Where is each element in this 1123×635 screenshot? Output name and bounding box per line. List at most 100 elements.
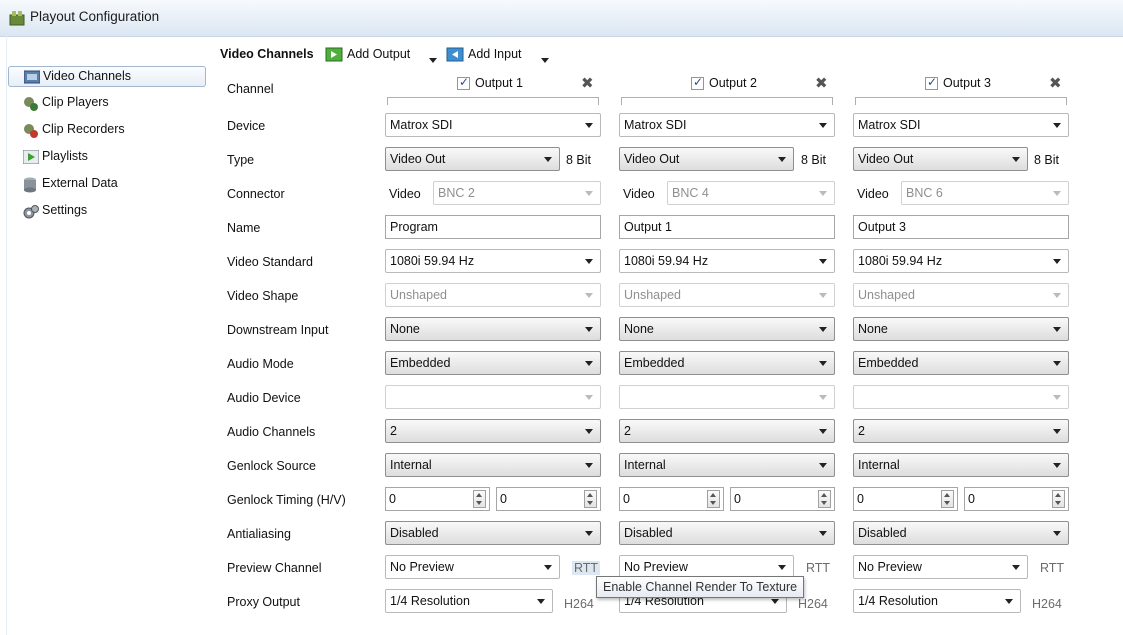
row-label-connector: Connector xyxy=(227,187,285,201)
video-shape-select[interactable]: Unshaped xyxy=(619,283,835,307)
chevron-down-icon xyxy=(1053,259,1061,264)
channel-name-input[interactable]: Output 1 xyxy=(619,215,835,239)
rtt-toggle[interactable]: RTT xyxy=(806,561,830,575)
row-label-downstream-input: Downstream Input xyxy=(227,323,329,337)
proxy-output-select[interactable]: 1/4 Resolution xyxy=(385,589,553,613)
sidebar-item-settings[interactable]: Settings xyxy=(8,201,206,222)
chevron-down-icon xyxy=(819,429,827,434)
connector-type-label: Video xyxy=(857,187,889,201)
downstream-input-select[interactable]: None xyxy=(619,317,835,341)
sidebar: Video Channels Clip Players Clip Recorde… xyxy=(8,66,208,228)
antialiasing-select[interactable]: Disabled xyxy=(853,521,1069,545)
audio-device-select[interactable] xyxy=(853,385,1069,409)
chevron-down-icon xyxy=(778,565,786,570)
connector-select[interactable]: BNC 4 xyxy=(667,181,835,205)
genlock-h-stepper[interactable]: 0 xyxy=(385,487,490,511)
device-select[interactable]: Matrox SDI xyxy=(385,113,601,137)
row-label-genlock-source: Genlock Source xyxy=(227,459,316,473)
chevron-down-icon xyxy=(585,123,593,128)
audio-device-select[interactable] xyxy=(619,385,835,409)
channel-header: Output 1 ✖ xyxy=(385,73,601,107)
sidebar-item-external-data[interactable]: External Data xyxy=(8,174,206,195)
genlock-v-stepper[interactable]: 0 xyxy=(964,487,1069,511)
video-standard-select[interactable]: 1080i 59.94 Hz xyxy=(619,249,835,273)
proxy-codec-label: H264 xyxy=(564,597,594,611)
genlock-h-stepper[interactable]: 0 xyxy=(853,487,958,511)
audio-device-select[interactable] xyxy=(385,385,601,409)
video-standard-select[interactable]: 1080i 59.94 Hz xyxy=(853,249,1069,273)
spin-buttons-icon xyxy=(941,490,954,508)
settings-icon xyxy=(23,204,39,223)
chevron-down-icon xyxy=(819,463,827,468)
channel-header: Output 3 ✖ xyxy=(853,73,1069,107)
output-enable-checkbox[interactable] xyxy=(691,75,704,90)
antialiasing-select[interactable]: Disabled xyxy=(385,521,601,545)
chevron-down-icon xyxy=(585,429,593,434)
proxy-codec-label: H264 xyxy=(1032,597,1062,611)
add-output-icon xyxy=(325,47,343,65)
remove-channel-icon[interactable]: ✖ xyxy=(815,74,828,92)
genlock-h-stepper[interactable]: 0 xyxy=(619,487,724,511)
video-shape-select[interactable]: Unshaped xyxy=(385,283,601,307)
type-select[interactable]: Video Out xyxy=(853,147,1028,171)
downstream-input-select[interactable]: None xyxy=(853,317,1069,341)
rtt-toggle[interactable]: RTT xyxy=(572,561,601,575)
column-divider xyxy=(621,97,833,105)
antialiasing-select[interactable]: Disabled xyxy=(619,521,835,545)
connector-select[interactable]: BNC 2 xyxy=(433,181,601,205)
genlock-source-select[interactable]: Internal xyxy=(385,453,601,477)
output-enable-checkbox[interactable] xyxy=(457,75,470,90)
proxy-output-select[interactable]: 1/4 Resolution xyxy=(853,589,1021,613)
sidebar-item-clip-recorders[interactable]: Clip Recorders xyxy=(8,120,206,141)
preview-channel-select[interactable]: No Preview xyxy=(853,555,1028,579)
spin-buttons-icon xyxy=(707,490,720,508)
type-select[interactable]: Video Out xyxy=(619,147,794,171)
chevron-down-icon xyxy=(819,259,827,264)
pane-divider xyxy=(6,36,7,635)
chevron-down-icon xyxy=(819,191,827,196)
downstream-input-select[interactable]: None xyxy=(385,317,601,341)
connector-select[interactable]: BNC 6 xyxy=(901,181,1069,205)
channel-name-input[interactable]: Output 3 xyxy=(853,215,1069,239)
spin-buttons-icon xyxy=(584,490,597,508)
genlock-source-select[interactable]: Internal xyxy=(853,453,1069,477)
audio-channels-select[interactable]: 2 xyxy=(619,419,835,443)
audio-mode-select[interactable]: Embedded xyxy=(853,351,1069,375)
audio-mode-select[interactable]: Embedded xyxy=(385,351,601,375)
chevron-down-icon xyxy=(771,599,779,604)
rtt-toggle[interactable]: RTT xyxy=(1040,561,1064,575)
genlock-v-stepper[interactable]: 0 xyxy=(496,487,601,511)
playlists-icon xyxy=(22,149,40,167)
chevron-down-icon xyxy=(585,361,593,366)
chevron-down-icon xyxy=(778,157,786,162)
preview-channel-select[interactable]: No Preview xyxy=(385,555,560,579)
audio-channels-select[interactable]: 2 xyxy=(853,419,1069,443)
genlock-v-stepper[interactable]: 0 xyxy=(730,487,835,511)
device-select[interactable]: Matrox SDI xyxy=(619,113,835,137)
channel-name-input[interactable]: Program xyxy=(385,215,601,239)
chevron-down-icon xyxy=(1053,191,1061,196)
chevron-down-icon xyxy=(1012,157,1020,162)
remove-channel-icon[interactable]: ✖ xyxy=(1049,74,1062,92)
chevron-down-icon xyxy=(544,157,552,162)
tooltip: Enable Channel Render To Texture xyxy=(596,576,805,598)
chevron-down-icon xyxy=(429,52,437,66)
column-divider xyxy=(387,97,599,105)
type-select[interactable]: Video Out xyxy=(385,147,560,171)
sidebar-item-playlists[interactable]: Playlists xyxy=(8,147,206,168)
remove-channel-icon[interactable]: ✖ xyxy=(581,74,594,92)
sidebar-item-clip-players[interactable]: Clip Players xyxy=(8,93,206,114)
genlock-source-select[interactable]: Internal xyxy=(619,453,835,477)
output-enable-checkbox[interactable] xyxy=(925,75,938,90)
chevron-down-icon xyxy=(819,293,827,298)
sidebar-item-video-channels[interactable]: Video Channels xyxy=(8,66,206,87)
device-select[interactable]: Matrox SDI xyxy=(853,113,1069,137)
video-standard-select[interactable]: 1080i 59.94 Hz xyxy=(385,249,601,273)
video-shape-select[interactable]: Unshaped xyxy=(853,283,1069,307)
audio-channels-select[interactable]: 2 xyxy=(385,419,601,443)
chevron-down-icon xyxy=(1053,395,1061,400)
audio-mode-select[interactable]: Embedded xyxy=(619,351,835,375)
row-label-preview-channel: Preview Channel xyxy=(227,561,322,575)
bit-depth-label: 8 Bit xyxy=(566,153,592,167)
chevron-down-icon xyxy=(819,327,827,332)
